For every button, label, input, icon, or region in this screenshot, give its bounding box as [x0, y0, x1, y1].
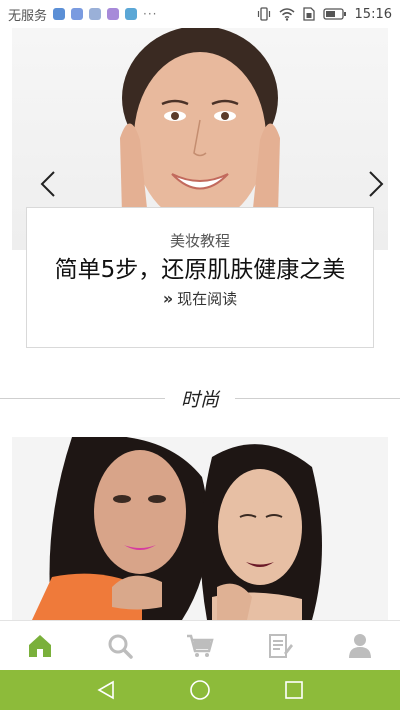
double-chevron-icon: »: [162, 289, 174, 308]
message-app-icon: [107, 8, 120, 20]
battery-icon: [322, 8, 347, 20]
chevron-left-icon: [40, 171, 55, 197]
divider-line-right: [235, 397, 400, 399]
carousel-next-button[interactable]: [364, 168, 388, 200]
back-icon: [97, 680, 114, 700]
profile-icon: [349, 633, 371, 658]
fashion-banner[interactable]: [12, 437, 388, 620]
photo-app-icon: [71, 8, 84, 20]
search-icon: [108, 634, 133, 659]
notes-icon: [269, 633, 293, 658]
more-notifications: ···: [143, 7, 158, 21]
carousel-prev-button[interactable]: [36, 168, 60, 200]
tab-home[interactable]: [0, 621, 80, 670]
tab-profile[interactable]: [320, 621, 400, 670]
carrier-label: 无服务: [8, 8, 48, 24]
divider-line-left: [0, 397, 165, 399]
bottom-tab-bar: [0, 620, 400, 670]
read-now-link[interactable]: » 现在阅读: [163, 288, 237, 309]
system-nav-bar: [0, 670, 400, 710]
section-divider: 时尚: [0, 380, 400, 416]
nav-home-button[interactable]: [188, 678, 212, 702]
wifi-icon: [279, 7, 295, 21]
status-bar: 无服务 ··· 15:16: [0, 0, 400, 28]
nav-recents-button[interactable]: [282, 678, 306, 702]
article-card[interactable]: 美妆教程 简单5步，还原肌肤健康之美 » 现在阅读: [26, 207, 374, 348]
status-right: 15:16: [257, 7, 392, 22]
tab-search[interactable]: [80, 621, 160, 670]
tab-notes[interactable]: [240, 621, 320, 670]
sim-icon: [302, 7, 315, 21]
gallery-app-icon: [89, 8, 102, 20]
cart-icon: [187, 634, 214, 657]
chevron-right-icon: [369, 171, 384, 197]
article-category: 美妆教程: [169, 232, 230, 250]
article-title[interactable]: 简单5步，还原肌肤健康之美: [41, 257, 359, 284]
fashion-image: [12, 437, 388, 620]
read-now-label: 现在阅读: [177, 290, 238, 308]
recents-icon: [285, 681, 303, 699]
tab-cart[interactable]: [160, 621, 240, 670]
nav-back-button[interactable]: [94, 678, 118, 702]
home-circle-icon: [190, 680, 210, 700]
chat-app-icon: [53, 8, 66, 20]
shield-app-icon: [125, 8, 138, 20]
status-left: 无服务 ···: [8, 5, 157, 24]
vibrate-icon: [257, 7, 271, 21]
clock: 15:16: [354, 6, 392, 22]
section-title: 时尚: [181, 388, 220, 411]
home-icon: [29, 634, 51, 657]
